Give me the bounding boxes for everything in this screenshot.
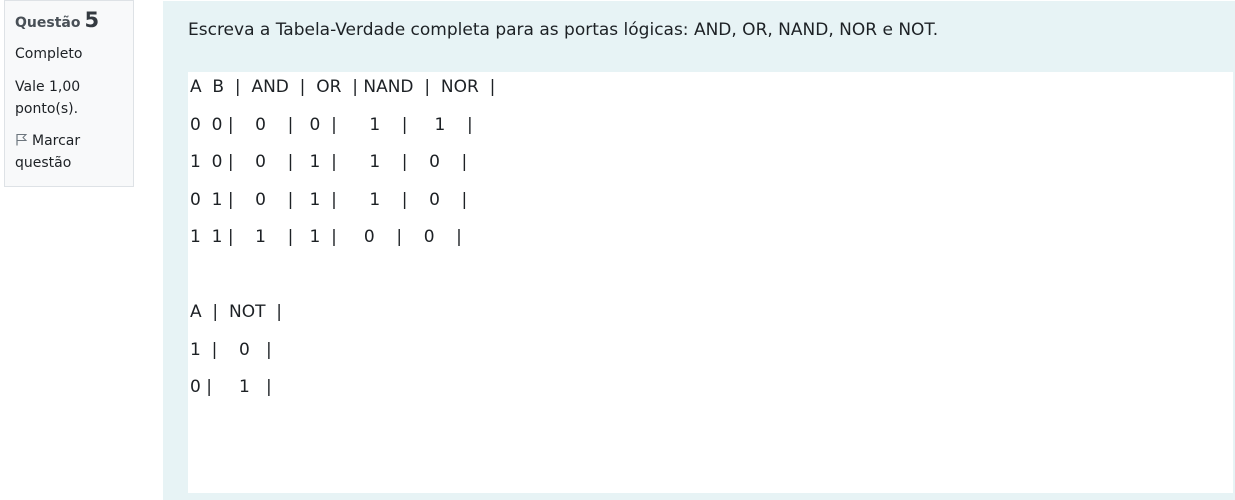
flag-label-line-1: Marcar <box>32 133 81 149</box>
answer-line: A B | AND | OR | NAND | NOR | <box>190 77 496 97</box>
answer-line: 0 1 | 0 | 1 | 1 | 0 | <box>190 189 468 210</box>
flag-label-line-2: questão <box>15 155 72 171</box>
question-info-panel: Questão 5 Completo Vale 1,00 ponto(s). Ma… <box>4 0 134 187</box>
answer-line: 1 1 | 1 | 1 | 0 | 0 | <box>190 227 462 247</box>
answer-line: 0 0 | 0 | 0 | 1 | 1 | <box>190 114 473 135</box>
question-text: Escreva a Tabela-Verdade completa para a… <box>188 20 939 40</box>
answer-line: A | NOT | <box>190 302 282 322</box>
question-number-value: 5 <box>84 8 100 32</box>
question-state: Completo <box>15 46 83 62</box>
answer-line: 1 | 0 | <box>190 339 272 360</box>
question-content: Escreva a Tabela-Verdade completa para a… <box>163 1 1235 500</box>
grade-line-2: ponto(s). <box>15 101 79 117</box>
answer-line: 1 0 | 0 | 1 | 1 | 0 | <box>190 152 468 172</box>
grade-line-1: Vale 1,00 <box>15 79 81 95</box>
answer-line: 0 | 1 | <box>190 377 272 397</box>
question-grade: Vale 1,00 ponto(s). <box>15 76 123 120</box>
question-number: Questão 5 <box>15 9 123 34</box>
question-label: Questão <box>15 15 81 31</box>
answer-blank-line <box>190 262 1233 300</box>
flag-icon <box>16 134 28 146</box>
flag-question-link[interactable]: Marcar questão <box>15 130 123 174</box>
answer-box[interactable]: A B | AND | OR | NAND | NOR | 0 0 | 0 | … <box>188 72 1233 493</box>
